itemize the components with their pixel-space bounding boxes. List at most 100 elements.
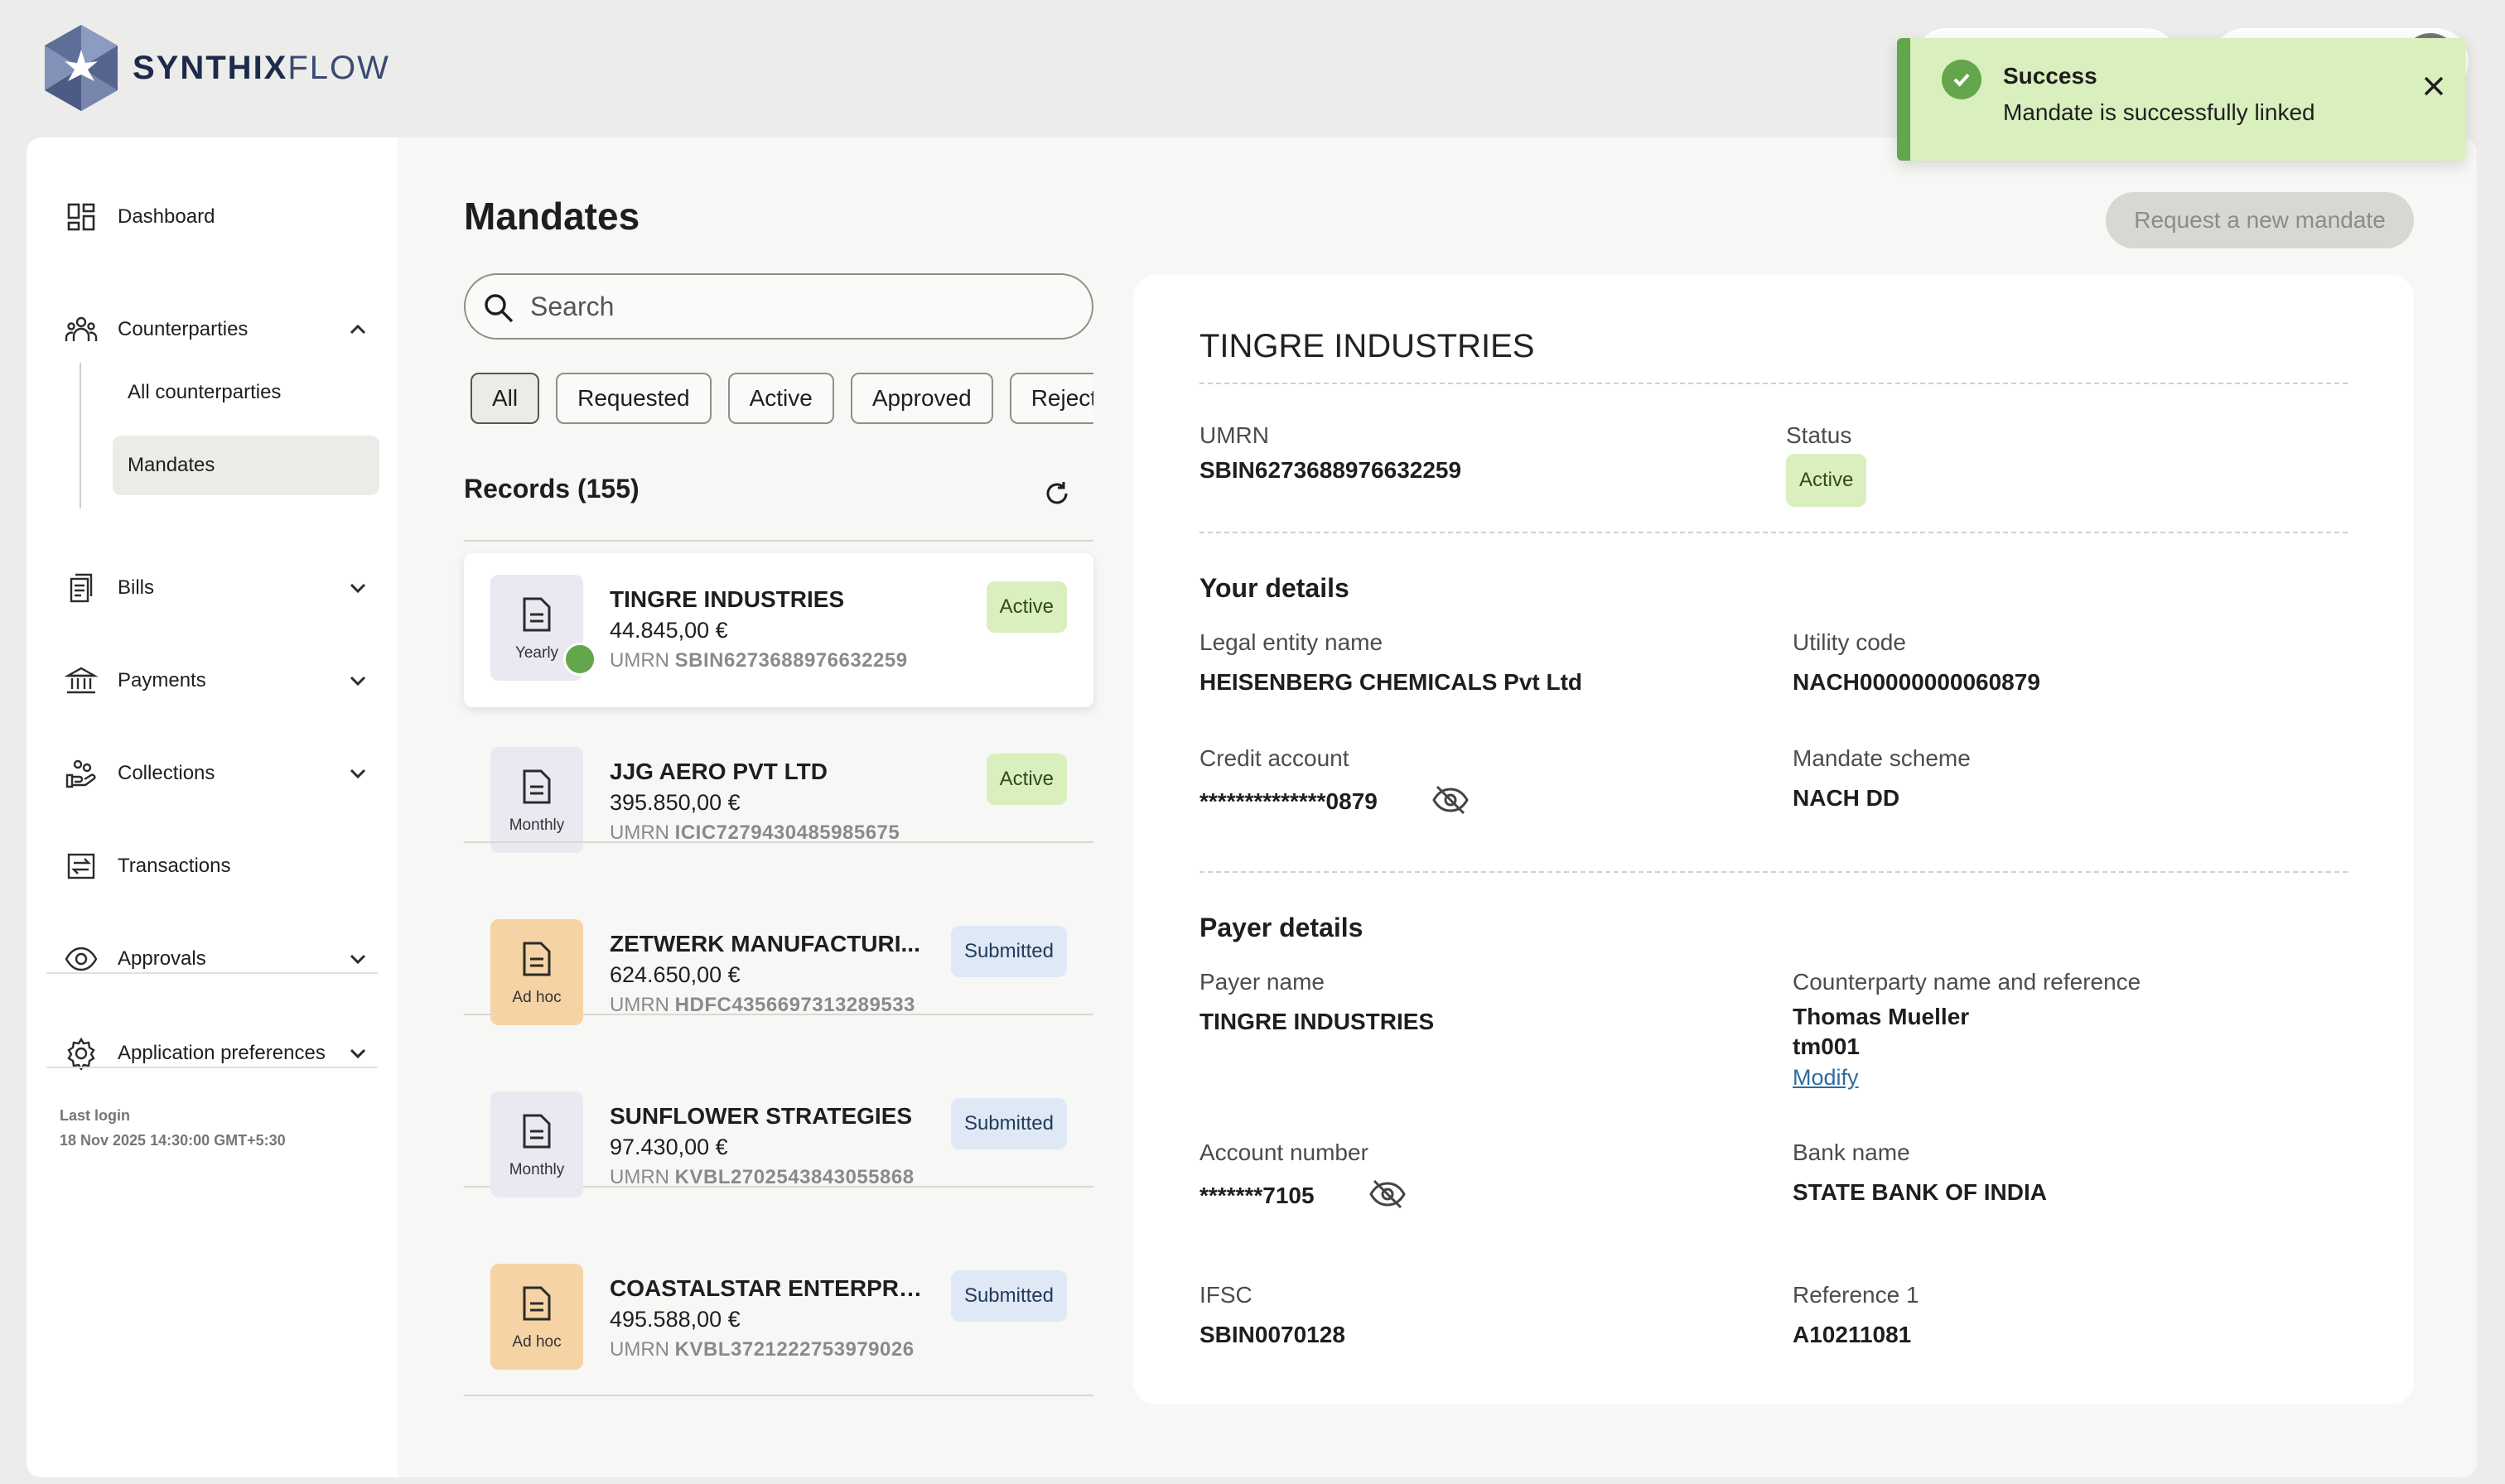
frequency-label: Monthly — [509, 1161, 565, 1178]
check-circle-icon — [1942, 60, 1981, 99]
account-number-value: *******7105 — [1199, 1183, 1315, 1208]
refresh-icon[interactable] — [1042, 479, 1072, 508]
utility-code-value: NACH00000000060879 — [1793, 669, 2040, 695]
record-name: SUNFLOWER STRATEGIES — [610, 1103, 913, 1129]
record-amount: 495.588,00 € — [610, 1307, 741, 1332]
toast-title: Success — [2003, 63, 2097, 89]
sidebar-item-label: Payments — [118, 669, 206, 691]
mandate-type-tile: Monthly — [490, 747, 583, 853]
sidebar: Dashboard Counterparties All counterpart… — [27, 137, 398, 1477]
detail-title: TINGRE INDUSTRIES — [1199, 328, 1535, 364]
sidebar-item-bills[interactable]: Bills — [60, 558, 378, 618]
scheme-label: Mandate scheme — [1793, 745, 1971, 771]
chevron-down-icon — [350, 954, 366, 965]
status-badge: Active — [986, 754, 1067, 805]
sidebar-item-counterparties[interactable]: Counterparties — [60, 300, 378, 359]
status-label: Status — [1786, 422, 1852, 448]
modify-link[interactable]: Modify — [1793, 1065, 1859, 1091]
filter-chip-active[interactable]: Active — [727, 373, 834, 424]
sidebar-item-label: Counterparties — [118, 318, 249, 340]
your-details-heading: Your details — [1199, 573, 1349, 603]
sidebar-item-label: Bills — [118, 576, 155, 599]
legal-entity-value: HEISENBERG CHEMICALS Pvt Ltd — [1199, 669, 1583, 695]
request-mandate-button[interactable]: Request a new mandate — [2106, 192, 2414, 248]
sidebar-item-payments[interactable]: Payments — [60, 651, 378, 711]
mandate-type-tile: Yearly — [490, 575, 623, 695]
sidebar-item-all-counterparties[interactable]: All counterparties — [113, 363, 379, 422]
filter-chip-requested[interactable]: Requested — [556, 373, 712, 424]
record-name: JJG AERO PVT LTD — [610, 759, 828, 784]
document-icon — [523, 769, 551, 804]
sidebar-item-preferences[interactable]: Application preferences — [60, 1024, 378, 1083]
search-icon — [485, 294, 514, 323]
submenu-line — [80, 363, 81, 508]
sidebar-item-dashboard[interactable]: Dashboard — [60, 187, 378, 247]
filter-chip-approved[interactable]: Approved — [850, 373, 993, 424]
document-icon — [523, 1114, 551, 1149]
last-login: Last login 18 Nov 2025 14:30:00 GMT+5:30 — [60, 1103, 286, 1153]
mandate-type-tile: Ad hoc — [490, 919, 583, 1025]
document-icon — [523, 1286, 551, 1321]
credit-account-label: Credit account — [1199, 745, 1349, 771]
record-amount: 624.650,00 € — [610, 962, 741, 987]
sidebar-item-label: Mandates — [128, 454, 215, 476]
sidebar-divider — [46, 1067, 378, 1068]
eye-off-icon[interactable] — [1431, 783, 1470, 817]
hand-coins-icon — [65, 757, 98, 790]
sidebar-item-approvals[interactable]: Approvals — [60, 929, 378, 989]
record-name: TINGRE INDUSTRIES — [610, 586, 845, 612]
chevron-up-icon — [350, 324, 366, 335]
records-title: Records (155) — [464, 474, 640, 504]
eye-check-icon — [65, 942, 98, 976]
filter-chips: All Requested Active Approved Rejected — [471, 373, 1093, 427]
close-icon[interactable] — [2416, 68, 2452, 104]
status-badge: Submitted — [950, 926, 1067, 977]
ifsc-value: SBIN0070128 — [1199, 1322, 1345, 1347]
success-toast: Success Mandate is successfully linked — [1897, 38, 2465, 161]
filter-chip-all[interactable]: All — [471, 373, 540, 424]
document-icon — [523, 942, 551, 976]
filter-chip-rejected[interactable]: Rejected — [1009, 373, 1093, 424]
umrn-value: SBIN6273688976632259 — [1199, 457, 1462, 483]
frequency-label: Ad hoc — [512, 989, 562, 1006]
utility-code-label: Utility code — [1793, 629, 1906, 655]
status-badge: Active — [1786, 454, 1867, 507]
list-item[interactable]: Ad hoc COASTALSTAR ENTERPRI... 495.588,0… — [464, 1242, 1093, 1396]
record-umrn: UMRN KVBL2702543843055868 — [610, 1166, 915, 1188]
frequency-label: Monthly — [509, 817, 565, 834]
record-name: ZETWERK MANUFACTURI... — [610, 931, 920, 956]
record-amount: 97.430,00 € — [610, 1135, 728, 1159]
status-badge: Active — [986, 581, 1067, 633]
credit-account-value: **************0879 — [1199, 788, 1378, 814]
list-item[interactable]: Ad hoc ZETWERK MANUFACTURI... 624.650,00… — [464, 898, 1093, 1052]
list-item[interactable]: Monthly JJG AERO PVT LTD 395.850,00 € UM… — [464, 725, 1093, 879]
counterparty-name: Thomas Mueller — [1793, 1004, 1970, 1029]
toast-message: Mandate is successfully linked — [2003, 99, 2315, 125]
mandate-type-tile: Monthly — [490, 1091, 583, 1197]
page-title: Mandates — [464, 195, 640, 238]
payer-details-heading: Payer details — [1199, 913, 1364, 942]
chevron-down-icon — [350, 1048, 366, 1059]
account-number-label: Account number — [1199, 1140, 1368, 1165]
sidebar-item-collections[interactable]: Collections — [60, 744, 378, 803]
last-login-value: 18 Nov 2025 14:30:00 GMT+5:30 — [60, 1132, 286, 1149]
eye-off-icon[interactable] — [1368, 1178, 1407, 1211]
record-amount: 395.850,00 € — [610, 790, 741, 815]
sidebar-item-transactions[interactable]: Transactions — [60, 836, 378, 896]
sidebar-divider — [46, 972, 378, 974]
record-amount: 44.845,00 € — [610, 618, 728, 643]
search-input[interactable] — [530, 283, 1069, 330]
list-item[interactable]: Monthly SUNFLOWER STRATEGIES 97.430,00 €… — [464, 1070, 1093, 1224]
brand-name: SYNTHIXFLOW — [133, 49, 390, 86]
list-item[interactable]: Yearly TINGRE INDUSTRIES 44.845,00 € UMR… — [464, 553, 1093, 707]
gear-icon — [65, 1037, 98, 1070]
status-badge: Submitted — [950, 1098, 1067, 1149]
sidebar-item-mandates[interactable]: Mandates — [113, 436, 379, 495]
bank-name-value: STATE BANK OF INDIA — [1793, 1179, 2047, 1205]
bank-name-label: Bank name — [1793, 1140, 1910, 1165]
bills-icon — [65, 571, 98, 605]
record-name: COASTALSTAR ENTERPRI... — [610, 1275, 924, 1301]
status-badge: Submitted — [950, 1270, 1067, 1322]
mandate-detail-panel: TINGRE INDUSTRIES UMRN SBIN6273688976632… — [1133, 275, 2414, 1404]
brand-logo[interactable]: SYNTHIXFLOW — [38, 22, 390, 114]
